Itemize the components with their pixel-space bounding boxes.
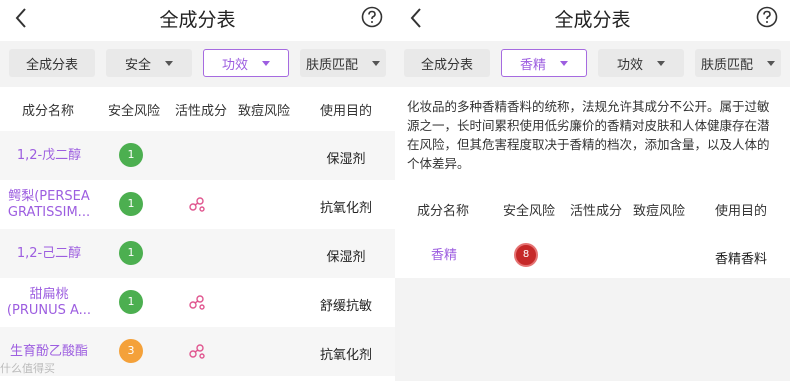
- molecule-icon: [189, 197, 205, 212]
- table-row[interactable]: 香精 8 香精香料: [395, 231, 790, 280]
- column-header: 使用目的: [320, 104, 373, 119]
- category-description: 化妆品的多种香精香料的统称，法规允许其成分不公开。属于过敏源之一，长时间累积使用…: [407, 99, 770, 171]
- safety-risk-badge: 1: [119, 241, 143, 265]
- filter-fragrance[interactable]: 香精: [501, 49, 587, 77]
- caret-down-icon: [165, 60, 173, 66]
- table-row[interactable]: 生育酚乙酸酯 3 抗氧化剂: [0, 327, 395, 376]
- ingredient-name[interactable]: 1,2-戊二醇: [0, 148, 98, 164]
- column-header: 致痘风险: [238, 104, 291, 119]
- table-row[interactable]: 鳄梨(PERSEA GRATISSIM... 1 抗氧化剂: [0, 180, 395, 229]
- ingredient-name[interactable]: 甜扁桃(PRUNUS A...: [4, 287, 94, 319]
- right-screen: 全成分表 全成分表 香精 功效 肤质匹配 化妆品的多种香精香料的统称，法规允许其…: [395, 0, 790, 381]
- molecule-icon: [189, 344, 205, 359]
- column-header: 使用目的: [715, 204, 768, 219]
- column-header: 活性成分: [570, 204, 623, 219]
- caret-down-icon: [262, 60, 270, 66]
- top-bar: 全成分表: [395, 0, 790, 36]
- filter-label: 香精: [519, 57, 546, 73]
- molecule-icon: [189, 295, 205, 310]
- caret-down-icon: [372, 60, 380, 66]
- usage-purpose: 抗氧化剂: [319, 348, 372, 363]
- ingredient-name[interactable]: 鳄梨(PERSEA GRATISSIM...: [4, 189, 94, 221]
- safety-risk-badge: 1: [119, 143, 143, 167]
- table-header: 成分名称 安全风险 活性成分 致痘风险 使用目的: [395, 187, 790, 231]
- column-header: 活性成分: [175, 104, 228, 119]
- caret-down-icon: [657, 60, 665, 66]
- column-header: 成分名称: [417, 204, 470, 219]
- usage-purpose: 香精香料: [714, 252, 767, 267]
- filter-bar: 全成分表 安全 功效 肤质匹配: [0, 41, 395, 87]
- usage-purpose: 保湿剂: [326, 152, 366, 167]
- filter-label: 功效: [616, 57, 643, 73]
- table-header: 成分名称 安全风险 活性成分 致痘风险 使用目的: [0, 87, 395, 131]
- caret-down-icon: [767, 60, 775, 66]
- top-bar: 全成分表: [0, 0, 395, 36]
- filter-efficacy[interactable]: 功效: [203, 49, 289, 77]
- usage-purpose: 舒缓抗敏: [319, 299, 372, 314]
- filter-label: 肤质匹配: [305, 57, 358, 73]
- safety-risk-badge: 8: [514, 243, 538, 267]
- question-circle-icon[interactable]: [361, 6, 383, 28]
- filter-label: 安全: [124, 57, 151, 73]
- filter-all-ingredients[interactable]: 全成分表: [9, 49, 95, 77]
- filter-all-ingredients[interactable]: 全成分表: [404, 49, 490, 77]
- filter-label: 全成分表: [420, 57, 473, 73]
- filter-label: 全成分表: [25, 57, 78, 73]
- filter-label: 功效: [221, 57, 248, 73]
- filter-efficacy[interactable]: 功效: [598, 49, 684, 77]
- watermark: 什么值得买: [0, 362, 55, 375]
- column-header: 致痘风险: [633, 204, 686, 219]
- table-row[interactable]: 甜扁桃(PRUNUS A... 1 舒缓抗敏: [0, 278, 395, 327]
- filter-skin-match[interactable]: 肤质匹配: [695, 49, 781, 77]
- column-header: 安全风险: [503, 204, 556, 219]
- ingredient-name[interactable]: 香精: [395, 248, 493, 264]
- filter-bar: 全成分表 香精 功效 肤质匹配: [395, 41, 790, 87]
- table-row[interactable]: 1,2-戊二醇 1 保湿剂: [0, 131, 395, 180]
- safety-risk-badge: 3: [119, 339, 143, 363]
- ingredient-name[interactable]: 生育酚乙酸酯: [0, 344, 98, 360]
- column-header: 成分名称: [22, 104, 75, 119]
- question-circle-icon[interactable]: [756, 6, 778, 28]
- filter-label: 肤质匹配: [700, 57, 753, 73]
- empty-area: [395, 278, 790, 381]
- safety-risk-badge: 1: [119, 192, 143, 216]
- table-row[interactable]: 1,2-己二醇 1 保湿剂: [0, 229, 395, 278]
- left-screen: 全成分表 全成分表 安全 功效 肤质匹配 成分名称 安全风险 活性成分 致痘风险…: [0, 0, 395, 381]
- ingredient-name[interactable]: 1,2-己二醇: [0, 246, 98, 262]
- usage-purpose: 保湿剂: [326, 250, 366, 265]
- usage-purpose: 抗氧化剂: [319, 201, 372, 216]
- page-title: 全成分表: [159, 9, 236, 31]
- filter-skin-match[interactable]: 肤质匹配: [300, 49, 386, 77]
- caret-down-icon: [560, 60, 568, 66]
- filter-safety[interactable]: 安全: [106, 49, 192, 77]
- safety-risk-badge: 1: [119, 290, 143, 314]
- page-title: 全成分表: [554, 9, 631, 31]
- column-header: 安全风险: [108, 104, 161, 119]
